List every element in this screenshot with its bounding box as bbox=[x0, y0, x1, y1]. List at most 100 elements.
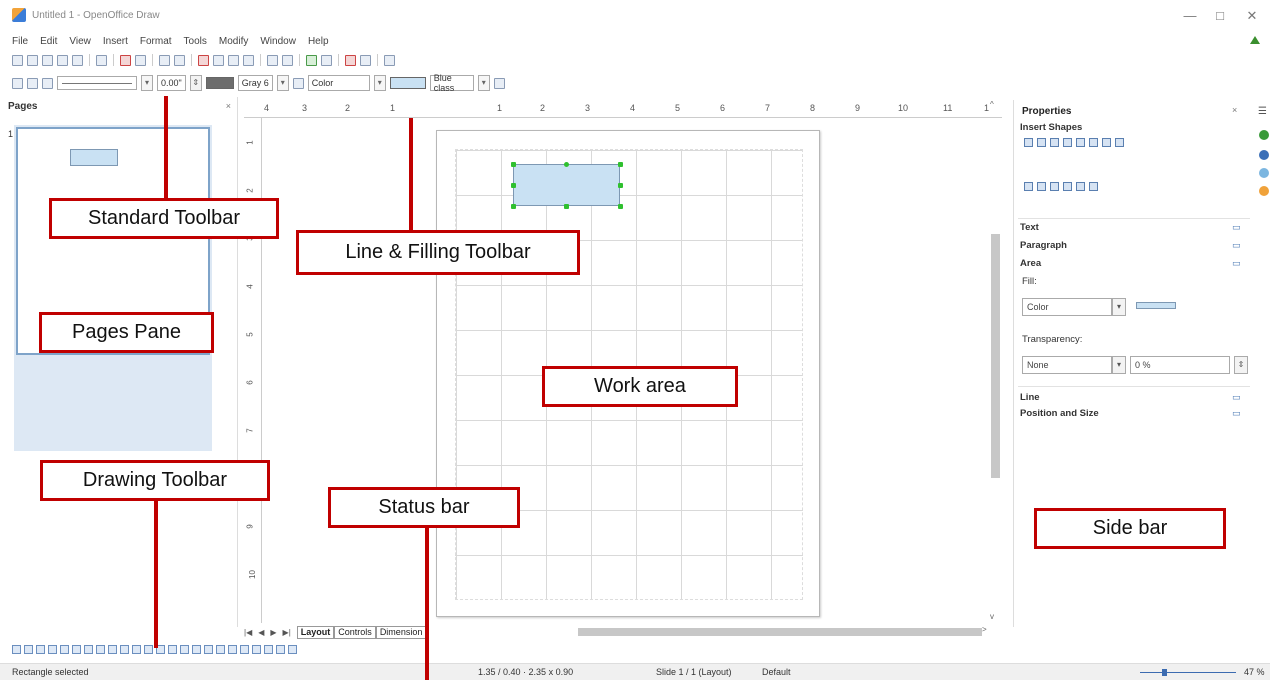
ellipse-tool-icon[interactable] bbox=[1063, 138, 1072, 147]
rotation-handle[interactable] bbox=[564, 162, 569, 167]
edit-file-icon[interactable] bbox=[96, 54, 107, 66]
stars-icon[interactable] bbox=[180, 644, 189, 654]
text-tool-icon[interactable] bbox=[1076, 138, 1085, 147]
section-line[interactable]: Line bbox=[1020, 392, 1040, 403]
undo-icon[interactable] bbox=[267, 54, 278, 66]
image-icon[interactable] bbox=[228, 644, 237, 654]
curve-tool-icon[interactable] bbox=[1089, 138, 1098, 147]
line-more-options-icon[interactable]: ▭ bbox=[1232, 392, 1241, 403]
autospell-icon[interactable] bbox=[174, 54, 185, 66]
arrow-tool-icon[interactable] bbox=[1037, 138, 1046, 147]
area-more-options-icon[interactable]: ▭ bbox=[1232, 258, 1241, 269]
lines-arrows-tool-icon[interactable] bbox=[1115, 138, 1124, 147]
zoom-slider[interactable] bbox=[1140, 669, 1236, 676]
minimize-button[interactable]: — bbox=[1180, 8, 1200, 23]
section-paragraph[interactable]: Paragraph bbox=[1020, 240, 1067, 251]
area-icon[interactable] bbox=[292, 77, 304, 89]
line-style-dropdown[interactable]: ▾ bbox=[141, 75, 153, 91]
navigator-icon[interactable] bbox=[321, 54, 332, 66]
transparency-select[interactable]: None bbox=[1022, 356, 1112, 374]
maximize-button[interactable]: □ bbox=[1210, 8, 1230, 23]
vertical-ruler[interactable]: 1 2 3 4 5 6 7 8 9 10 bbox=[244, 118, 262, 623]
rectangle-icon[interactable] bbox=[48, 644, 57, 654]
fill-color-select[interactable] bbox=[1132, 298, 1202, 316]
selection-handle[interactable] bbox=[564, 204, 569, 209]
section-position-size[interactable]: Position and Size bbox=[1020, 408, 1099, 419]
horizontal-scroll-thumb[interactable] bbox=[578, 628, 982, 636]
last-tab-icon[interactable]: ▶| bbox=[283, 628, 291, 637]
lines-arrows-icon[interactable] bbox=[108, 644, 117, 654]
callouts-icon[interactable] bbox=[1076, 182, 1085, 191]
templates-icon[interactable] bbox=[27, 54, 38, 66]
prev-tab-icon[interactable]: ◀ bbox=[258, 628, 264, 637]
select-icon[interactable] bbox=[12, 644, 21, 654]
area-color-select[interactable]: Blue class bbox=[429, 73, 474, 93]
zoom-icon[interactable] bbox=[360, 54, 371, 66]
fontwork-icon[interactable] bbox=[216, 644, 225, 654]
properties-deck-icon[interactable] bbox=[1259, 130, 1269, 140]
curve-icon[interactable] bbox=[84, 644, 93, 654]
selected-rectangle[interactable] bbox=[513, 164, 620, 206]
symbol-shapes-icon[interactable] bbox=[1037, 182, 1046, 191]
line-width-spinner[interactable]: ⇕ bbox=[189, 75, 202, 91]
extrusion-icon[interactable] bbox=[240, 644, 249, 654]
tab-layout[interactable]: Layout bbox=[296, 625, 335, 639]
hyperlink-icon[interactable] bbox=[345, 54, 356, 66]
zoom-slider-knob[interactable] bbox=[1162, 669, 1167, 676]
new-icon[interactable] bbox=[12, 54, 23, 66]
text-more-options-icon[interactable]: ▭ bbox=[1232, 222, 1241, 233]
shadow-icon[interactable] bbox=[288, 644, 297, 654]
line-style-select[interactable] bbox=[57, 76, 137, 90]
chart-icon[interactable] bbox=[306, 54, 317, 66]
pages-pane-close-button[interactable]: × bbox=[226, 101, 231, 111]
navigator-deck-icon[interactable] bbox=[1259, 186, 1269, 196]
print-icon[interactable] bbox=[135, 54, 146, 66]
menu-view[interactable]: View bbox=[69, 36, 91, 47]
copy-icon[interactable] bbox=[213, 54, 224, 66]
scroll-right-icon[interactable]: > bbox=[982, 625, 987, 634]
export-pdf-icon[interactable] bbox=[120, 54, 131, 66]
selection-handle[interactable] bbox=[618, 162, 623, 167]
selection-handle[interactable] bbox=[511, 204, 516, 209]
tab-controls[interactable]: Controls bbox=[334, 625, 376, 639]
help-icon[interactable] bbox=[384, 54, 395, 66]
selection-handle[interactable] bbox=[511, 162, 516, 167]
close-button[interactable]: ✕ bbox=[1242, 8, 1262, 24]
sidebar-close-button[interactable]: × bbox=[1232, 105, 1237, 115]
basic-shapes-icon[interactable] bbox=[120, 644, 129, 654]
spellcheck-icon[interactable] bbox=[159, 54, 170, 66]
menu-edit[interactable]: Edit bbox=[40, 36, 57, 47]
update-arrow-icon[interactable] bbox=[1250, 36, 1260, 44]
arrange-icon[interactable] bbox=[276, 644, 285, 654]
line-icon[interactable] bbox=[27, 77, 38, 89]
section-insert-shapes[interactable]: Insert Shapes bbox=[1020, 122, 1082, 133]
stars-icon[interactable] bbox=[1089, 182, 1098, 191]
menu-format[interactable]: Format bbox=[140, 36, 172, 47]
transparency-percent-input[interactable]: 0 % bbox=[1130, 356, 1230, 374]
menu-tools[interactable]: Tools bbox=[184, 36, 207, 47]
ellipse-icon[interactable] bbox=[60, 644, 69, 654]
block-arrows-icon[interactable] bbox=[1050, 182, 1059, 191]
flowchart-icon[interactable] bbox=[1063, 182, 1072, 191]
transparency-spinner[interactable]: ⇕ bbox=[1234, 356, 1248, 374]
open-icon[interactable] bbox=[42, 54, 53, 66]
points-icon[interactable] bbox=[204, 644, 213, 654]
menu-file[interactable]: File bbox=[12, 36, 28, 47]
next-tab-icon[interactable]: ▶ bbox=[270, 628, 276, 637]
area-style-dropdown[interactable]: ▾ bbox=[373, 75, 386, 91]
basic-shapes-icon[interactable] bbox=[1024, 182, 1033, 191]
rectangle-tool-icon[interactable] bbox=[1050, 138, 1059, 147]
line-arrow-icon[interactable] bbox=[36, 644, 45, 654]
line-color-dropdown[interactable]: ▾ bbox=[276, 75, 289, 91]
fill-type-dropdown[interactable]: ▾ bbox=[1112, 298, 1126, 316]
selection-handle[interactable] bbox=[618, 204, 623, 209]
3d-objects-icon[interactable] bbox=[192, 644, 201, 654]
shadow-icon[interactable] bbox=[493, 77, 505, 89]
line-width-input[interactable]: 0.00" bbox=[157, 75, 186, 91]
section-area[interactable]: Area bbox=[1020, 258, 1041, 269]
section-text[interactable]: Text bbox=[1020, 222, 1039, 233]
menu-insert[interactable]: Insert bbox=[103, 36, 128, 47]
paragraph-more-options-icon[interactable]: ▭ bbox=[1232, 240, 1241, 251]
line-tool-icon[interactable] bbox=[1024, 138, 1033, 147]
fill-type-select[interactable]: Color bbox=[1022, 298, 1112, 316]
